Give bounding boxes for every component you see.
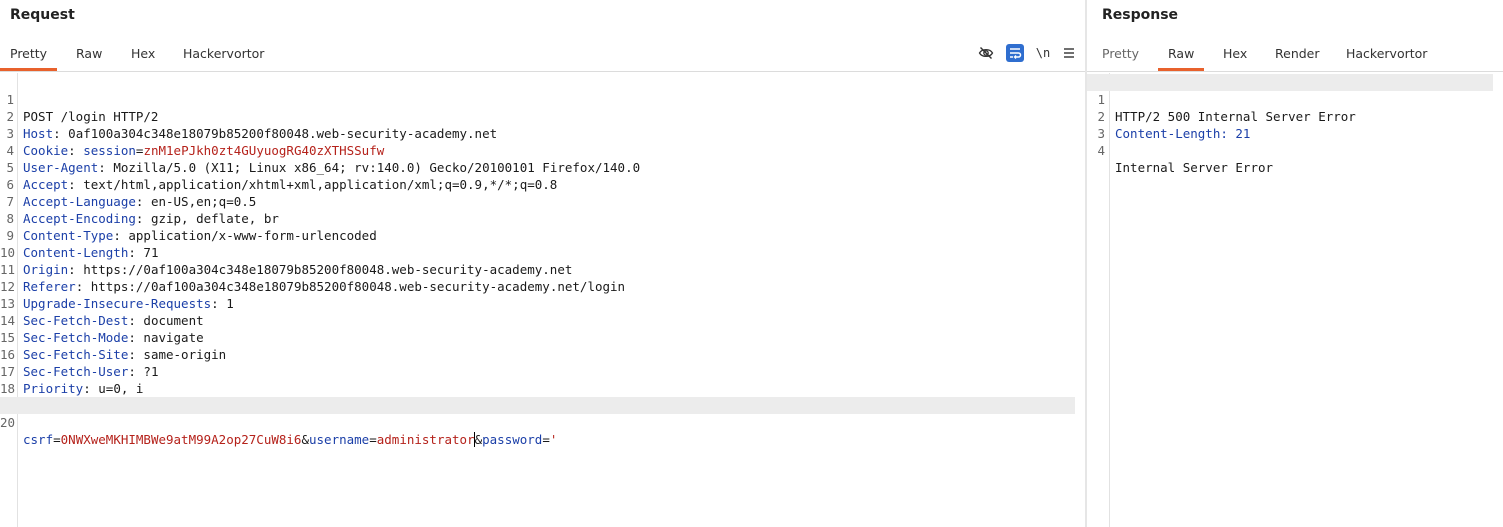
request-line-9: 9 Content-Length: 71 <box>0 210 1075 260</box>
request-line-5: 5 Accept: text/html,application/xhtml+xm… <box>0 142 1075 192</box>
request-title: Request <box>10 7 75 23</box>
param-name: password <box>482 432 543 447</box>
request-line-18: 18 Te: trailers <box>0 363 1075 413</box>
response-pane: Response Pretty Raw Hex Render Hackervor… <box>1087 0 1503 527</box>
response-tab-raw[interactable]: Raw <box>1157 46 1205 71</box>
request-tab-hackvertor[interactable]: Hackervortor <box>183 46 264 61</box>
menu-icon[interactable] <box>1060 44 1078 62</box>
request-line-8: 8 Content-Type: application/x-www-form-u… <box>0 193 1075 243</box>
line-number: 4 <box>1097 143 1105 158</box>
request-line-11: 11 Referer: https://0af100a304c348e18079… <box>0 262 626 294</box>
request-line-7: 7 Accept-Encoding: gzip, deflate, br <box>0 176 1075 226</box>
line-number: 20 <box>0 415 16 430</box>
request-line-4: 4 User-Agent: Mozilla/5.0 (X11; Linux x8… <box>0 125 1075 175</box>
response-tab-hex[interactable]: Hex <box>1223 46 1247 61</box>
request-line-17: 17 Priority: u=0, i <box>0 364 144 396</box>
param-value: ' <box>549 432 558 447</box>
request-tabs: Pretty Raw Hex Hackervortor <box>0 36 1085 72</box>
request-tab-hex[interactable]: Hex <box>131 46 155 61</box>
request-line-15: 15 Sec-Fetch-Site: same-origin <box>0 330 227 362</box>
request-tab-pretty[interactable]: Pretty <box>0 46 58 71</box>
response-tab-pretty[interactable]: Pretty <box>1102 46 1139 61</box>
request-line-12: 12 Upgrade-Insecure-Requests: 1 <box>0 279 234 311</box>
request-tab-raw[interactable]: Raw <box>76 46 102 61</box>
request-body: csrf=0NWXweMKHIMBWe9atM99A2op27CuW8i6&us… <box>23 432 558 447</box>
param-name: csrf <box>23 432 54 447</box>
param-name: username <box>309 432 370 447</box>
response-editor[interactable]: 1 HTTP/2 500 Internal Server Error 2 Con… <box>1087 73 1503 527</box>
param-value: administrator <box>376 432 475 447</box>
response-line-2: 2 Content-Length: 21 <box>1087 91 1493 141</box>
response-title: Response <box>1102 7 1179 23</box>
response-line-1: 1 HTTP/2 500 Internal Server Error <box>1087 74 1493 124</box>
request-line-10: 10 Origin: https://0af100a304c348e18079b… <box>0 245 573 277</box>
response-body: Internal Server Error <box>1115 160 1274 175</box>
hide-eye-icon[interactable] <box>977 44 995 62</box>
response-tabs: Pretty Raw Hex Render Hackervortor <box>1087 36 1503 72</box>
text-cursor <box>473 432 476 447</box>
request-pane: Request Pretty Raw Hex Hackervortor \n 1… <box>0 0 1085 527</box>
word-wrap-icon[interactable] <box>1006 44 1024 62</box>
request-line-2: 2 Host: 0af100a304c348e18079b85200f80048… <box>0 91 1075 141</box>
response-line-4: 4 Internal Server Error <box>1087 125 1493 175</box>
request-line-19: 19 <box>0 380 1075 413</box>
request-line-16: 16 Sec-Fetch-User: ?1 <box>0 347 159 379</box>
request-line-14: 14 Sec-Fetch-Mode: navigate <box>0 313 204 345</box>
request-editor[interactable]: 1 POST /login HTTP/2 2 Host: 0af100a304c… <box>0 73 1085 527</box>
request-line-6: 6 Accept-Language: en-US,en;q=0.5 <box>0 159 1075 209</box>
param-value: 0NWXweMKHIMBWe9atM99A2op27CuW8i6 <box>60 432 302 447</box>
request-line-13: 13 Sec-Fetch-Dest: document <box>0 296 204 328</box>
response-tab-hackvertor[interactable]: Hackervortor <box>1346 46 1427 61</box>
newline-toggle-button[interactable]: \n <box>1034 44 1052 62</box>
request-line-3: 3 Cookie: session=znM1ePJkh0zt4GUyuogRG4… <box>0 108 1075 158</box>
request-line-1: 1 POST /login HTTP/2 <box>0 74 1075 124</box>
response-tab-render[interactable]: Render <box>1275 46 1320 61</box>
request-line-20: 20 csrf=0NWXweMKHIMBWe9atM99A2op27CuW8i6… <box>0 397 1075 447</box>
response-line-3: 3 <box>1087 108 1493 141</box>
